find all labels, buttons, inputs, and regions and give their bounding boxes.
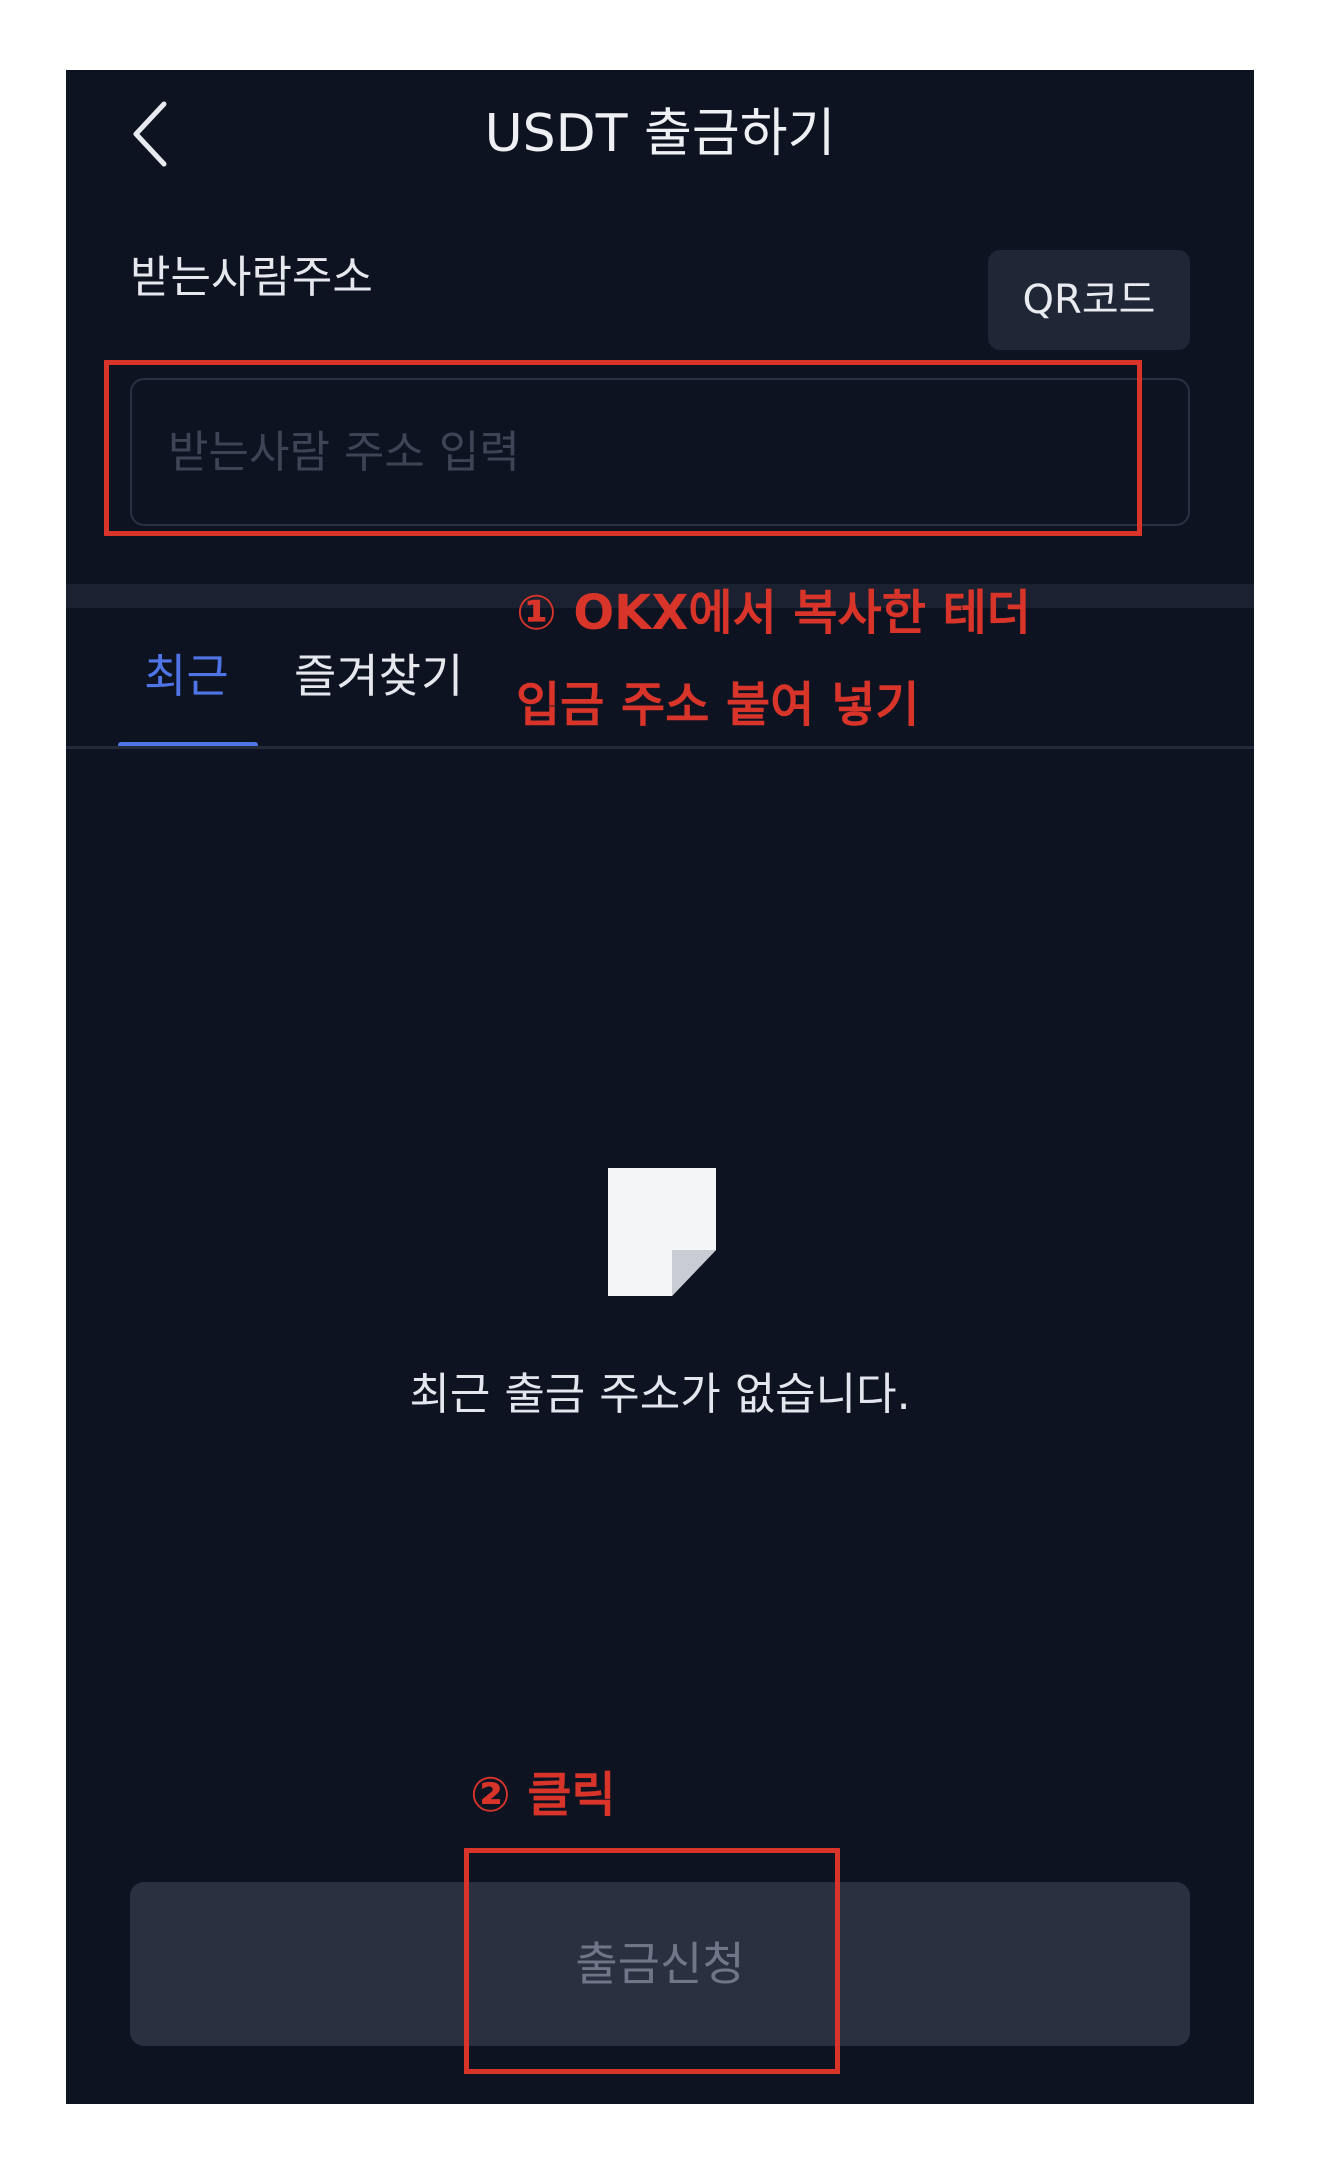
address-input[interactable] — [130, 378, 1190, 526]
address-label: 받는사람주소 — [130, 252, 373, 303]
tab-bar-divider — [66, 746, 1254, 749]
withdraw-request-button[interactable]: 출금신청 — [130, 1882, 1190, 2046]
tab-recent[interactable]: 최근 — [144, 636, 229, 716]
page-title: USDT 출금하기 — [484, 104, 836, 164]
withdraw-screen: USDT 출금하기 받는사람주소 QR코드 최근 즐겨찾기 ① OKX에서 복사… — [66, 70, 1254, 2104]
empty-state-message: 최근 출금 주소가 없습니다. — [409, 1369, 911, 1420]
tab-favorites[interactable]: 즐겨찾기 — [294, 636, 463, 716]
document-icon — [608, 1168, 716, 1296]
annotation-step1-line2: 입금 주소 붙여 넣기 — [516, 677, 920, 733]
annotation-step2: ② 클릭 — [470, 1767, 616, 1823]
qr-code-button[interactable]: QR코드 — [988, 250, 1190, 350]
section-divider — [66, 584, 1254, 608]
